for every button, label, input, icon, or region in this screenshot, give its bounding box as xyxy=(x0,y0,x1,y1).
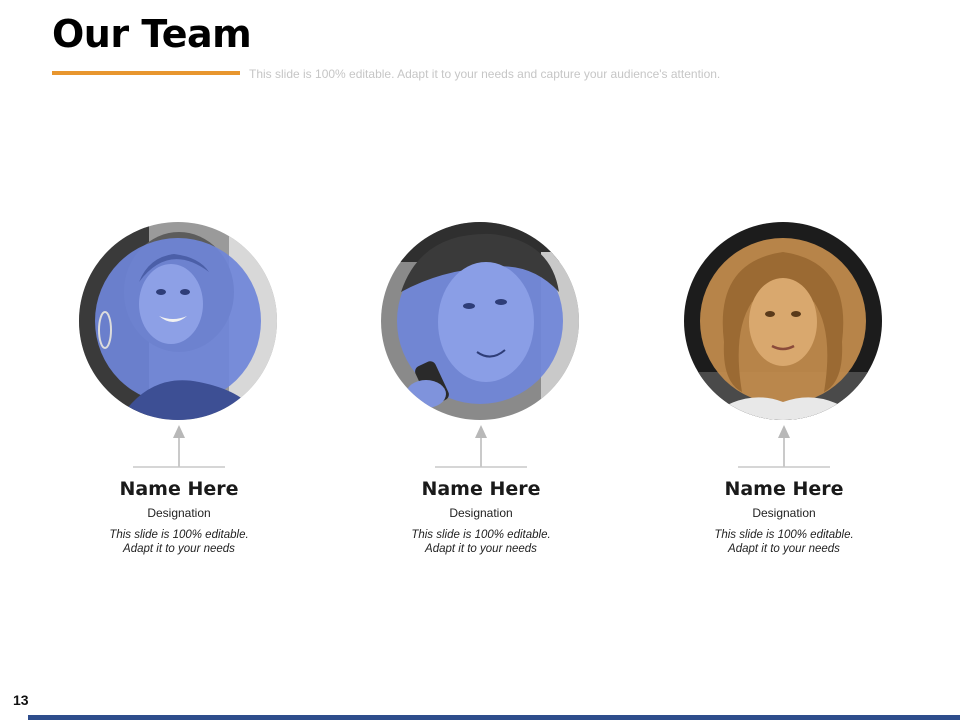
member-photo xyxy=(684,222,882,420)
member-designation: Designation xyxy=(147,506,211,520)
page-number: 13 xyxy=(13,692,29,708)
member-name: Name Here xyxy=(119,478,239,500)
member-photo xyxy=(381,222,579,420)
member-description-line-2: Adapt it to your needs xyxy=(728,543,840,555)
connector-arrow xyxy=(738,425,830,468)
footer-bar xyxy=(28,715,960,720)
member-description-line-1: This slide is 100% editable. xyxy=(411,529,551,541)
member-description-line-2: Adapt it to your needs xyxy=(123,543,235,555)
connector-arrow xyxy=(133,425,225,468)
connector-arrow xyxy=(435,425,527,468)
title-accent-rule xyxy=(52,71,240,75)
member-description-line-1: This slide is 100% editable. xyxy=(109,529,249,541)
member-name: Name Here xyxy=(724,478,844,500)
slide-subtitle: This slide is 100% editable. Adapt it to… xyxy=(249,67,721,81)
member-name: Name Here xyxy=(421,478,541,500)
member-description-line-2: Adapt it to your needs xyxy=(425,543,537,555)
member-designation: Designation xyxy=(752,506,816,520)
member-description: This slide is 100% editable. Adapt it to… xyxy=(381,528,581,556)
member-designation: Designation xyxy=(449,506,513,520)
member-description: This slide is 100% editable. Adapt it to… xyxy=(79,528,279,556)
member-photo xyxy=(79,222,277,420)
slide-title: Our Team xyxy=(52,12,252,56)
member-description: This slide is 100% editable. Adapt it to… xyxy=(684,528,884,556)
member-description-line-1: This slide is 100% editable. xyxy=(714,529,854,541)
